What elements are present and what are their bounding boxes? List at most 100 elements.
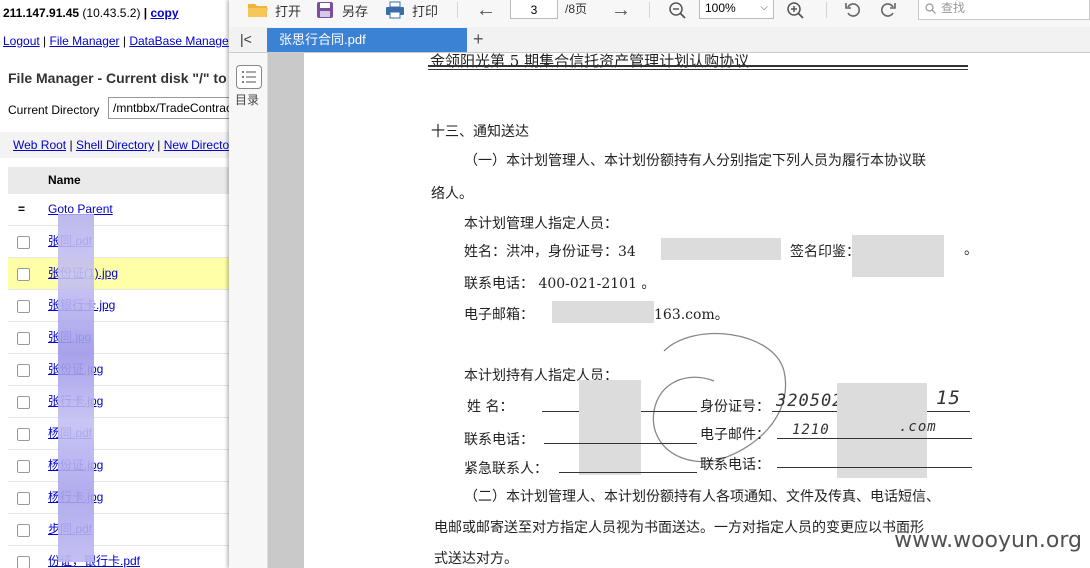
paragraph-2-cont: 电邮或邮寄送至对方指定人员视为书面送达。一方对指定人员的变更应以书面形 xyxy=(434,520,924,536)
current-directory-input[interactable] xyxy=(108,97,230,119)
holder-email-tail: .com xyxy=(899,419,937,435)
logout-link[interactable]: Logout xyxy=(3,34,40,48)
file-manager-link[interactable]: File Manager xyxy=(50,34,120,48)
arrow-right-icon: → xyxy=(611,0,631,21)
manager-phone: 联系电话： 400-021-2101 。 xyxy=(464,276,656,292)
redaction-mask xyxy=(58,214,94,562)
print-label: 打印 xyxy=(412,3,439,19)
shell-directory-link[interactable]: Shell Directory xyxy=(76,138,154,152)
tab-title: 张思行合同.pdf xyxy=(279,32,366,47)
zoom-out-button[interactable] xyxy=(668,0,686,20)
fill-line xyxy=(544,443,697,444)
toolbar-divider xyxy=(649,2,650,18)
sidebar: 目录 xyxy=(229,53,268,568)
toolbar-divider xyxy=(826,2,827,18)
fill-line xyxy=(559,472,697,473)
server-ip-internal: (10.43.5.2) xyxy=(82,6,141,20)
server-ip-text: 211.147.91.45 xyxy=(3,6,80,20)
server-ip: 211.147.91.45 (10.43.5.2) | copy xyxy=(3,6,179,20)
zoom-in-button[interactable] xyxy=(786,0,804,20)
row-checkbox[interactable] xyxy=(17,524,30,537)
table-row: 张份证(1).jpg xyxy=(8,258,230,290)
tab-document[interactable]: 张思行合同.pdf xyxy=(267,28,467,52)
print-button[interactable]: 打印 xyxy=(385,0,438,20)
open-label: 打开 xyxy=(275,3,302,19)
watermark: www.wooyun.org xyxy=(894,528,1082,553)
header-rule xyxy=(428,65,968,67)
table-row: 杨同.pdf xyxy=(8,418,230,450)
page-gutter xyxy=(268,53,304,568)
row-checkbox[interactable] xyxy=(17,460,30,473)
header-rule xyxy=(428,69,968,70)
new-tab-button[interactable]: + xyxy=(473,27,484,51)
toc-button[interactable] xyxy=(236,65,262,89)
row-checkbox[interactable] xyxy=(17,332,30,345)
period: 。 xyxy=(964,242,978,258)
zoom-value: 100% xyxy=(705,1,736,15)
save-icon xyxy=(317,2,333,18)
row-checkbox[interactable] xyxy=(17,300,30,313)
paragraph-1: （一）本计划管理人、本计划份额持有人分别指定下列人员为履行本协议联 xyxy=(464,153,926,169)
rotate-left-button[interactable] xyxy=(844,0,862,20)
table-row-parent: = Goto Parent xyxy=(8,194,230,226)
toolbar: 打开 另存 打印 ← 3 /8页 → 100% ⌵ 查找 xyxy=(229,0,1090,27)
table-row: 步同.pdf xyxy=(8,514,230,546)
top-nav: Logout | File Manager | DataBase Manage xyxy=(3,34,229,48)
search-placeholder: 查找 xyxy=(941,1,966,15)
rotate-right-button[interactable] xyxy=(879,0,897,20)
toc-label: 目录 xyxy=(235,93,260,107)
folder-icon xyxy=(248,4,268,17)
printer-icon xyxy=(386,1,404,19)
column-header-name: Name xyxy=(8,167,230,194)
holder-id-value: 320502 xyxy=(776,391,844,411)
page-title: File Manager - Current disk "/" to xyxy=(8,70,227,86)
holder-email-value: 1210 xyxy=(792,422,830,438)
manager-seal: 签名印鉴： xyxy=(790,244,860,260)
row-checkbox[interactable] xyxy=(17,396,30,409)
manager-name-id: 姓名：洪冲，身份证号：34 xyxy=(464,244,636,260)
row-checkbox[interactable] xyxy=(17,492,30,505)
row-checkbox[interactable] xyxy=(17,556,30,568)
table-row: 张同.pdf xyxy=(8,226,230,258)
copy-link[interactable]: copy xyxy=(151,6,179,20)
page-total: /8页 xyxy=(565,2,588,16)
row-checkbox[interactable] xyxy=(17,428,30,441)
emergency-label: 紧急联系人： xyxy=(464,461,548,477)
paragraph-2-end: 式送达对方。 xyxy=(434,551,518,567)
prev-page-button[interactable]: ← xyxy=(476,0,496,21)
collapse-sidebar-icon[interactable]: |< xyxy=(240,31,252,47)
fill-line xyxy=(777,467,972,468)
table-row: 份证，银行卡.pdf xyxy=(8,546,230,568)
row-checkbox[interactable] xyxy=(17,236,30,249)
redaction-mask xyxy=(661,238,781,260)
save-as-button[interactable]: 另存 xyxy=(316,0,368,20)
search-input[interactable]: 查找 xyxy=(918,0,1090,20)
redaction-mask xyxy=(852,235,944,277)
table-row: 张行卡.jpg xyxy=(8,386,230,418)
directory-links: Web Root | Shell Directory | New Directo xyxy=(0,132,230,158)
pdf-viewer: 打开 另存 打印 ← 3 /8页 → 100% ⌵ 查找 |< 张思行合同.pd… xyxy=(229,0,1090,568)
next-page-button[interactable]: → xyxy=(611,0,631,21)
web-root-link[interactable]: Web Root xyxy=(13,138,66,152)
holder-id-label: 身份证号： xyxy=(700,399,770,415)
holder-phone-label: 联系电话： xyxy=(464,432,534,448)
zoom-select[interactable]: 100% ⌵ xyxy=(699,0,774,19)
open-button[interactable]: 打开 xyxy=(247,0,301,20)
holder-id-tail: 15 xyxy=(936,387,961,409)
table-row: 张同.jpg xyxy=(8,322,230,354)
file-table: Name = Goto Parent 张同.pdf张份证(1).jpg张银行卡.… xyxy=(8,167,230,568)
table-row: 杨行卡.jpg xyxy=(8,482,230,514)
database-manager-link[interactable]: DataBase Manage xyxy=(129,34,228,48)
pdf-page: 金领阳光第 5 期集合信托资产管理计划认购协议 十三、通知送达 （一）本计划管理… xyxy=(304,52,1090,568)
table-row: 张银行卡.jpg xyxy=(8,290,230,322)
manager-email-label: 电子邮箱： xyxy=(464,307,534,323)
new-directory-link[interactable]: New Directo xyxy=(164,138,229,152)
section-heading: 十三、通知送达 xyxy=(431,124,529,140)
toolbar-divider xyxy=(457,2,458,18)
row-checkbox[interactable] xyxy=(17,268,30,281)
file-rows: 张同.pdf张份证(1).jpg张银行卡.jpg张同.jpg张份证.jpg张行卡… xyxy=(8,226,230,568)
page-number-input[interactable]: 3 xyxy=(510,0,558,19)
emergency-phone-label: 联系电话： xyxy=(700,457,770,473)
redaction-mask xyxy=(552,301,654,323)
row-checkbox[interactable] xyxy=(17,364,30,377)
